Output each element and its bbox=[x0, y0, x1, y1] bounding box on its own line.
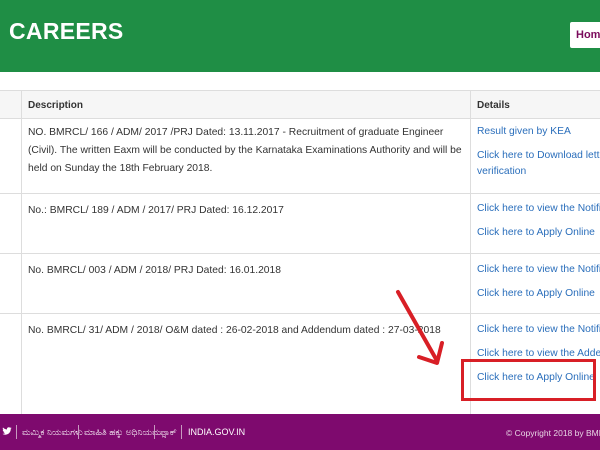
table-header-row: Description Details bbox=[0, 90, 600, 119]
download-letter-link-continued[interactable]: verification bbox=[477, 166, 526, 177]
column-header-description: Description bbox=[28, 100, 84, 111]
page-footer: ಮಮ್ಮಿಕ ನಿಯಮಗಳು ಮಾಹಿತಿ ಹಕ್ಕು ಅಧಿನಿಯಮ ಫ್ಸಾ… bbox=[0, 414, 600, 450]
view-notification-link[interactable]: Click here to view the Notification bbox=[477, 203, 600, 214]
table-row-description: No.: BMRCL/ 189 / ADM / 2017/ PRJ Dated:… bbox=[28, 205, 284, 216]
footer-separator bbox=[78, 425, 79, 439]
row-divider bbox=[0, 253, 600, 254]
twitter-icon[interactable] bbox=[2, 426, 12, 436]
view-notification-link[interactable]: Click here to view the Notification bbox=[477, 324, 600, 335]
annotation-arrow-icon bbox=[396, 290, 444, 365]
apply-online-link[interactable]: Click here to Apply Online bbox=[477, 227, 595, 238]
table-row-description: NO. BMRCL/ 166 / ADM/ 2017 /PRJ Dated: 1… bbox=[28, 127, 462, 174]
annotation-highlight-box bbox=[461, 359, 596, 401]
download-letter-link[interactable]: Click here to Download letter to at bbox=[477, 150, 600, 161]
footer-separator bbox=[181, 425, 182, 439]
table-row-description: No. BMRCL/ 003 / ADM / 2018/ PRJ Dated: … bbox=[28, 265, 281, 276]
row-divider bbox=[0, 193, 600, 194]
home-button[interactable]: Home bbox=[570, 22, 600, 48]
copyright-text: © Copyright 2018 by BMRCL. F bbox=[506, 428, 600, 438]
footer-separator bbox=[154, 425, 155, 439]
apply-online-link[interactable]: Click here to Apply Online bbox=[477, 288, 595, 299]
footer-link-india-gov[interactable]: INDIA.GOV.IN bbox=[188, 427, 245, 437]
row-divider bbox=[0, 313, 600, 314]
column-header-details: Details bbox=[477, 100, 510, 111]
page-header: CAREERS Home bbox=[0, 0, 600, 72]
footer-link-faq[interactable]: ಫ್ಸಾಕ್ bbox=[160, 427, 177, 438]
footer-link-terms[interactable]: ಮಮ್ಮಿಕ ನಿಯಮಗಳು bbox=[22, 427, 83, 438]
result-link[interactable]: Result given by KEA bbox=[477, 126, 571, 137]
careers-page: CAREERS Home Description Details NO. BMR… bbox=[0, 0, 600, 450]
page-title: CAREERS bbox=[9, 18, 124, 44]
footer-separator bbox=[16, 425, 17, 439]
column-divider bbox=[21, 90, 22, 414]
footer-link-rti[interactable]: ಮಾಹಿತಿ ಹಕ್ಕು ಅಧಿನಿಯಮ bbox=[84, 427, 161, 438]
view-notification-link[interactable]: Click here to view the Notification bbox=[477, 264, 600, 275]
view-addendum-link[interactable]: Click here to view the Addendum f bbox=[477, 348, 600, 359]
